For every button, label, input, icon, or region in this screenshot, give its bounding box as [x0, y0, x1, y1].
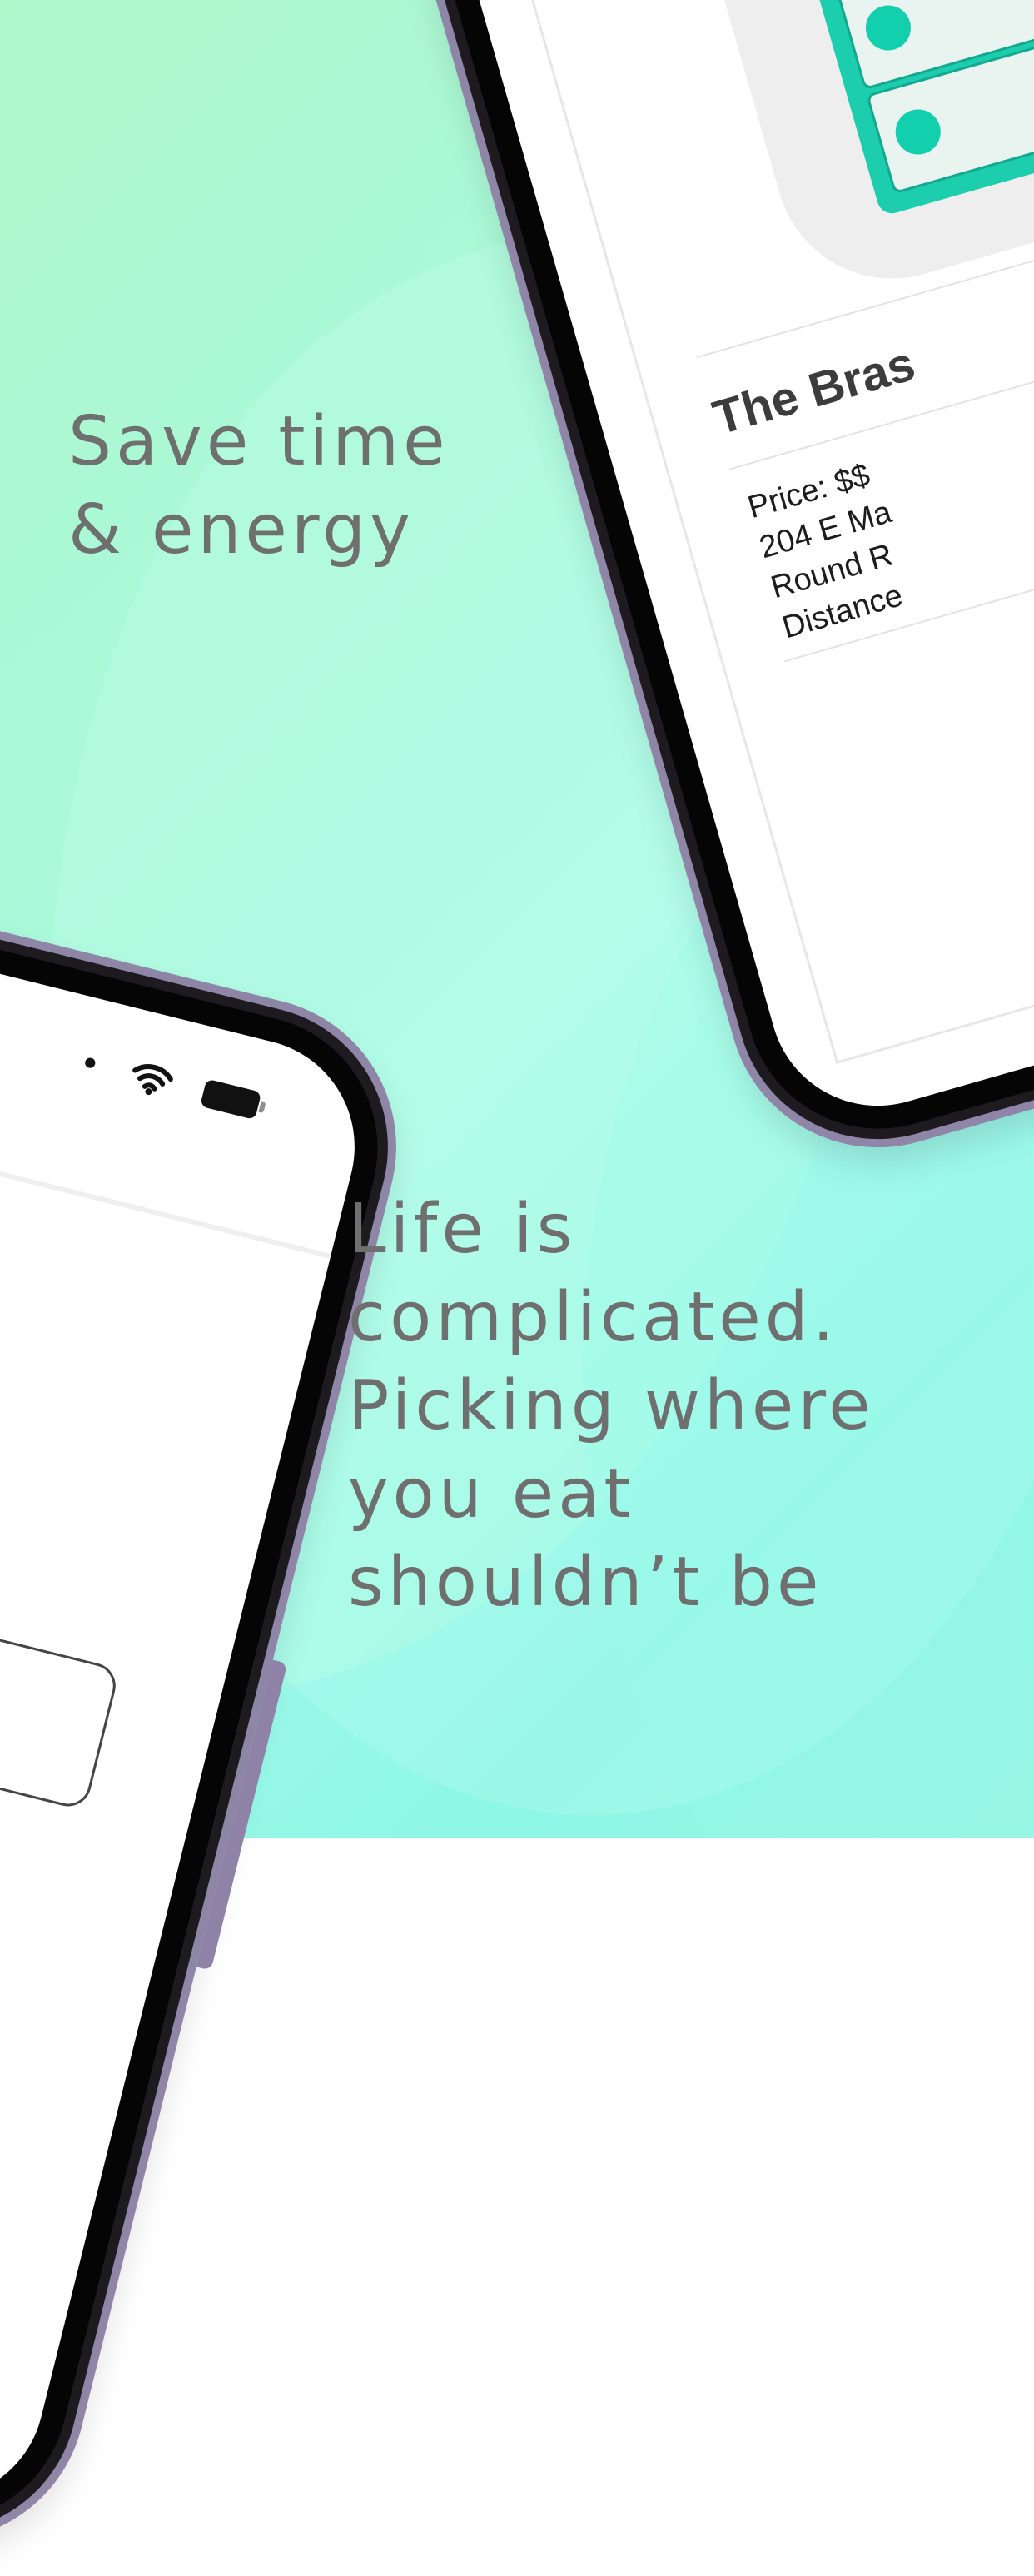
headline-line: you eat	[348, 1455, 635, 1534]
headline-line: Picking where	[348, 1366, 875, 1445]
status-bar: •	[75, 1041, 269, 1125]
headline-line: shouldn’t be	[348, 1543, 823, 1622]
headline-line: Save time	[68, 402, 450, 481]
signal-dot: •	[75, 1041, 106, 1087]
restaurant-details: Price: $$ 204 E Ma Round R Distance	[743, 451, 919, 649]
restaurant-name: The Bras	[707, 336, 921, 445]
headline-save-time: Save time & energy	[68, 398, 485, 574]
battery-tip	[258, 1101, 266, 1114]
outlined-button[interactable]	[0, 1629, 121, 1812]
headline-line: Life is	[348, 1190, 577, 1269]
wifi-icon	[127, 1058, 176, 1101]
headline-line: & energy	[68, 490, 415, 569]
headline-life-is-complicated: Life is complicated. Picking where you e…	[348, 1186, 1014, 1627]
headline-line: complicated.	[348, 1278, 838, 1357]
battery-icon	[200, 1078, 268, 1121]
checklist-dot	[890, 104, 947, 160]
battery-body	[200, 1078, 262, 1121]
checklist-dot	[860, 0, 917, 56]
